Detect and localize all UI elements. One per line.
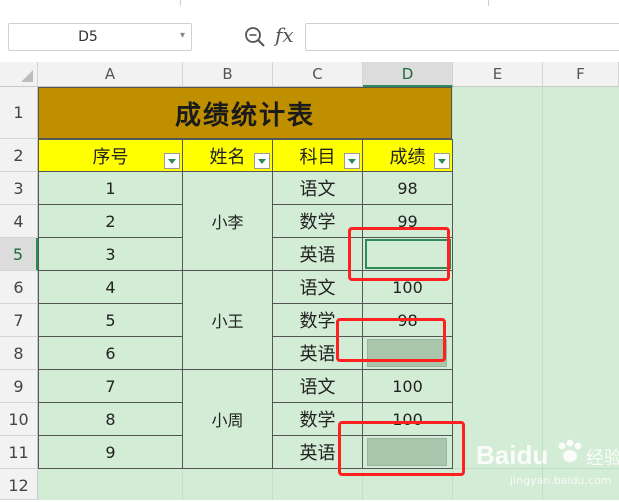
- seq-cell[interactable]: 7: [38, 370, 183, 403]
- subject-cell[interactable]: 语文: [272, 370, 363, 403]
- header-label: 科目: [299, 146, 336, 168]
- annotation-box: [348, 227, 450, 281]
- column-header-d[interactable]: D: [363, 62, 453, 87]
- top-strip: [0, 0, 619, 15]
- header-label: 姓名: [209, 146, 246, 168]
- formula-bar: D5 ▾ fx: [0, 14, 619, 63]
- seq-cell[interactable]: 1: [38, 172, 183, 205]
- name-box[interactable]: D5 ▾: [8, 23, 192, 51]
- row-header[interactable]: 9: [0, 370, 38, 403]
- row-header[interactable]: 8: [0, 337, 38, 370]
- zoom-search-icon[interactable]: [244, 26, 266, 52]
- header-label: 成绩: [389, 146, 426, 168]
- column-header-f[interactable]: F: [543, 62, 619, 87]
- dropdown-caret-icon[interactable]: ▾: [180, 30, 185, 41]
- row-header[interactable]: 1: [0, 87, 38, 139]
- row-header[interactable]: 7: [0, 304, 38, 337]
- subject-cell[interactable]: 语文: [272, 172, 363, 205]
- header-cell-name[interactable]: 姓名: [182, 139, 273, 172]
- column-header-a[interactable]: A: [38, 62, 183, 87]
- filter-dropdown-icon[interactable]: [434, 153, 450, 169]
- score-cell[interactable]: 100: [362, 370, 453, 403]
- header-cell-seq[interactable]: 序号: [38, 139, 183, 172]
- header-cell-subject[interactable]: 科目: [272, 139, 363, 172]
- select-all-icon[interactable]: [0, 62, 38, 87]
- name-box-value: D5: [78, 29, 98, 45]
- seq-cell[interactable]: 8: [38, 403, 183, 436]
- row-header[interactable]: 3: [0, 172, 38, 205]
- seq-cell[interactable]: 9: [38, 436, 183, 469]
- annotation-box: [338, 421, 465, 476]
- seq-cell[interactable]: 3: [38, 238, 183, 271]
- gridline: [542, 87, 543, 500]
- formula-input[interactable]: [305, 23, 619, 51]
- row-header[interactable]: 5: [0, 238, 38, 271]
- seq-cell[interactable]: 5: [38, 304, 183, 337]
- row-header[interactable]: 6: [0, 271, 38, 304]
- column-header-b[interactable]: B: [183, 62, 273, 87]
- column-header-e[interactable]: E: [453, 62, 543, 87]
- seq-cell[interactable]: 2: [38, 205, 183, 238]
- column-header-c[interactable]: C: [273, 62, 363, 87]
- row-header[interactable]: 11: [0, 436, 38, 469]
- annotation-box: [336, 318, 446, 362]
- header-label: 序号: [92, 146, 129, 168]
- function-icon[interactable]: fx: [275, 23, 294, 47]
- name-cell[interactable]: 小王: [182, 271, 273, 370]
- header-cell-score[interactable]: 成绩: [362, 139, 453, 172]
- filter-dropdown-icon[interactable]: [164, 153, 180, 169]
- tab-separator: [488, 0, 489, 6]
- sheet-title[interactable]: 成绩统计表: [38, 87, 452, 139]
- filter-dropdown-icon[interactable]: [344, 153, 360, 169]
- row-header[interactable]: 2: [0, 139, 38, 172]
- row-header[interactable]: 10: [0, 403, 38, 436]
- seq-cell[interactable]: 4: [38, 271, 183, 304]
- score-cell[interactable]: 98: [362, 172, 453, 205]
- name-cell[interactable]: 小周: [182, 370, 273, 469]
- tab-separator: [180, 0, 181, 6]
- filter-dropdown-icon[interactable]: [254, 153, 270, 169]
- seq-cell[interactable]: 6: [38, 337, 183, 370]
- name-cell[interactable]: 小李: [182, 172, 273, 271]
- row-header[interactable]: 12: [0, 469, 38, 500]
- row-header[interactable]: 4: [0, 205, 38, 238]
